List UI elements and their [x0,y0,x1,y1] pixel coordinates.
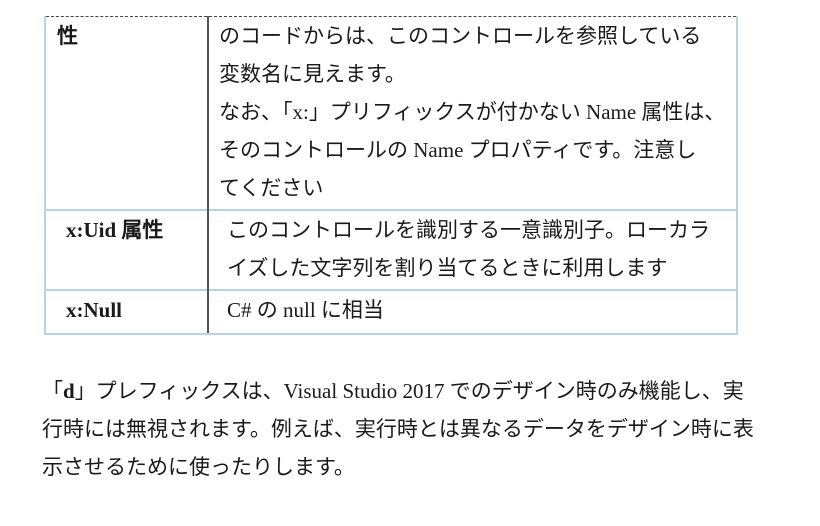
value-line: このコントロールを識別する一意識別子。ローカラ [227,218,710,242]
table-row: x:Uid 属性 このコントロールを識別する一意識別子。ローカラ イズした文字列… [44,209,738,290]
value-line: 変数名に見えます。 [219,62,406,86]
value-line: のコードからは、このコントロールを参照している [219,24,702,48]
attribute-table-grid: 性 のコードからは、このコントロールを参照している 変数名に見えます。 なお、「… [44,16,738,335]
table-key-cell: x:Uid 属性 [44,209,209,290]
table-key-cell: 性 [44,16,209,210]
paragraph-line-1-text: 」プレフィックスは、Visual Studio 2017 でのデザイン時のみ機能… [74,379,744,403]
value-line: イズした文字列を割り当てるときに利用します [227,256,668,280]
table-value-cell: C# の null に相当 [208,289,738,335]
paragraph-line: 「d」プレフィックスは、Visual Studio 2017 でのデザイン時のみ… [42,372,802,410]
value-line: そのコントロールの Name プロパティです。注意し [219,138,697,162]
prefix-d-bold: d [63,379,75,403]
table-value-cell: このコントロールを識別する一意識別子。ローカラ イズした文字列を割り当てるときに… [208,209,738,290]
open-bracket: 「 [42,379,63,403]
table-value-cell: のコードからは、このコントロールを参照している 変数名に見えます。 なお、「x:… [208,16,738,210]
attribute-table: 性 のコードからは、このコントロールを参照している 変数名に見えます。 なお、「… [44,16,738,335]
document-page: 性 のコードからは、このコントロールを参照している 変数名に見えます。 なお、「… [0,0,820,526]
table-key-cell: x:Null [44,289,209,335]
paragraph-line: 行時には無視されます。例えば、実行時とは異なるデータをデザイン時に表 [42,417,754,441]
value-line: C# の null に相当 [227,298,384,322]
value-line: なお、「x:」プリフィックスが付かない Name 属性は、 [219,100,726,124]
table-row: x:Null C# の null に相当 [44,289,738,335]
paragraph-line: 示させるために使ったりします。 [42,455,355,479]
value-line: てください [219,176,324,200]
body-paragraph: 「d」プレフィックスは、Visual Studio 2017 でのデザイン時のみ… [42,372,802,486]
table-row: 性 のコードからは、このコントロールを参照している 変数名に見えます。 なお、「… [44,16,738,210]
